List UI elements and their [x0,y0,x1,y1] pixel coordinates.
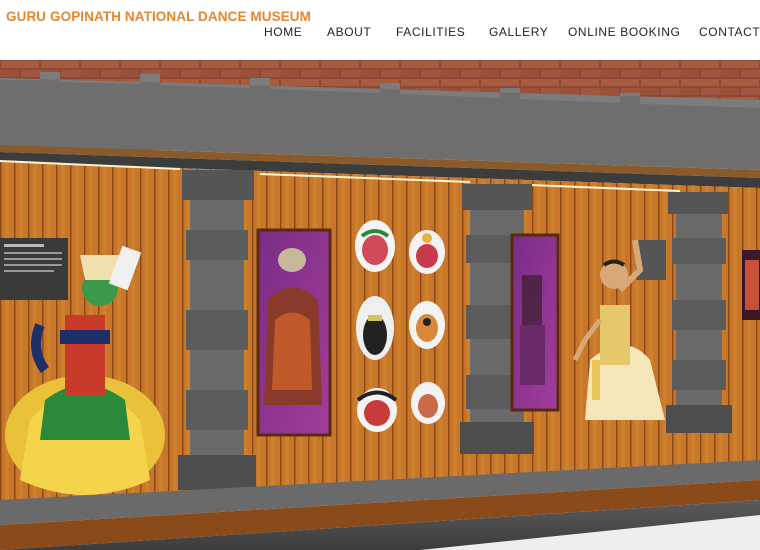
main-nav: HOME ABOUT FACILITIES GALLERY ONLINE BOO… [0,25,760,41]
nav-about[interactable]: ABOUT [327,25,371,39]
hero-image [0,60,760,550]
nav-online-booking[interactable]: ONLINE BOOKING [568,25,680,39]
nav-home[interactable]: HOME [264,25,302,39]
nav-facilities[interactable]: FACILITIES [396,25,465,39]
site-header: GURU GOPINATH NATIONAL DANCE MUSEUM HOME… [0,0,760,60]
museum-gallery-illustration [0,60,760,550]
info-panel-left [0,238,68,300]
site-title[interactable]: GURU GOPINATH NATIONAL DANCE MUSEUM [6,9,311,24]
nav-gallery[interactable]: GALLERY [489,25,548,39]
nav-contact[interactable]: CONTACT [699,25,760,39]
